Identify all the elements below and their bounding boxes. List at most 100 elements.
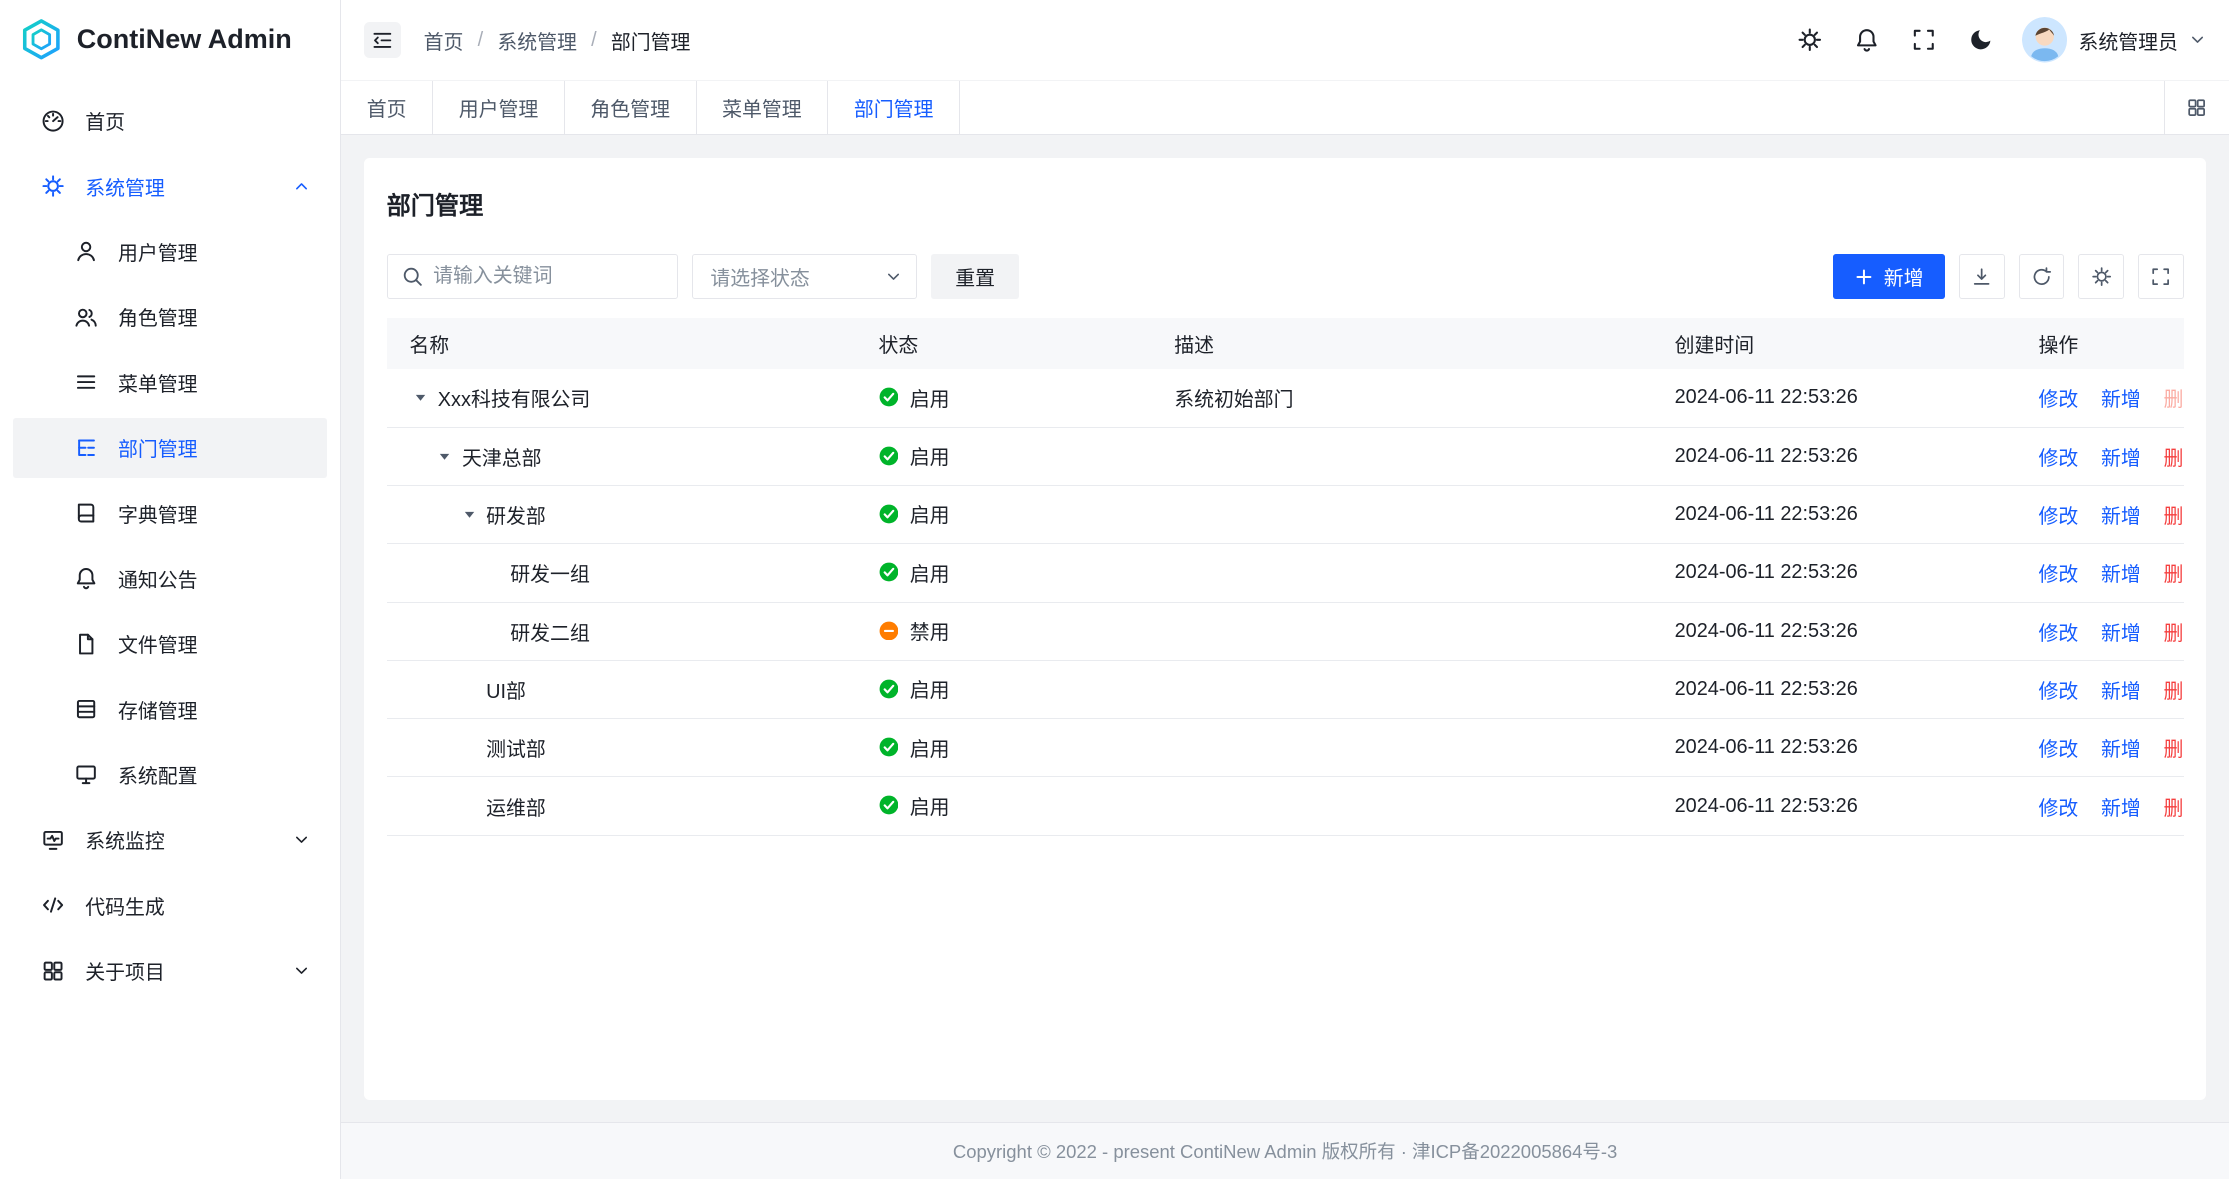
action-edit[interactable]: 修改 (2039, 675, 2079, 704)
sidebar-item-system-config[interactable]: 系统配置 (13, 745, 328, 805)
table-row[interactable]: 测试部 启用 2024-06-11 22:53:26 修改 新增 删除 (387, 719, 2184, 777)
sidebar-item-about-project[interactable]: 关于项目 (13, 941, 328, 1001)
status-label: 启用 (910, 499, 950, 528)
table-row[interactable]: UI部 启用 2024-06-11 22:53:26 修改 新增 删除 (387, 660, 2184, 718)
tab-menu-management[interactable]: 菜单管理 (697, 81, 829, 134)
action-add[interactable]: 新增 (2101, 733, 2141, 762)
add-button[interactable]: 新增 (1833, 254, 1945, 299)
tab-dept-management[interactable]: 部门管理 (828, 81, 960, 134)
sidebar-item-code-generation[interactable]: 代码生成 (13, 875, 328, 935)
action-delete[interactable]: 删除 (2164, 675, 2184, 704)
dept-name: 测试部 (486, 733, 546, 762)
action-delete[interactable]: 删除 (2164, 500, 2184, 529)
table-row[interactable]: 研发二组 禁用 2024-06-11 22:53:26 修改 新增 删除 (387, 602, 2184, 660)
table-fullscreen-button[interactable] (2138, 254, 2183, 299)
app-root: ContiNew Admin 首页 系统管理 用户管理 角色管理 (0, 0, 2229, 1179)
table-row[interactable]: 研发部 启用 2024-06-11 22:53:26 修改 新增 删除 (387, 486, 2184, 544)
search-input[interactable] (387, 254, 678, 299)
caret-down-icon[interactable] (434, 445, 457, 468)
caret-down-icon[interactable] (458, 503, 481, 526)
continew-logo-icon (20, 18, 63, 61)
table-settings-button[interactable] (2078, 254, 2123, 299)
tab-user-management[interactable]: 用户管理 (433, 81, 565, 134)
table-row[interactable]: 天津总部 启用 2024-06-11 22:53:26 修改 新增 删除 (387, 427, 2184, 485)
action-add[interactable]: 新增 (2101, 383, 2141, 412)
fullscreen-button[interactable] (1899, 16, 1947, 64)
chevron-down-icon (2189, 31, 2206, 48)
sidebar-item-system-management[interactable]: 系统管理 (13, 156, 328, 216)
storage-icon (74, 697, 98, 721)
action-edit[interactable]: 修改 (2039, 558, 2079, 587)
action-add[interactable]: 新增 (2101, 675, 2141, 704)
cell-status: 启用 (856, 544, 1152, 602)
sidebar-item-storage-management[interactable]: 存储管理 (13, 679, 328, 739)
action-delete[interactable]: 删除 (2164, 558, 2184, 587)
sidebar-item-file-management[interactable]: 文件管理 (13, 614, 328, 674)
sidebar-item-dept-management[interactable]: 部门管理 (13, 418, 328, 478)
action-delete[interactable]: 删除 (2164, 792, 2184, 821)
sidebar-item-label: 存储管理 (118, 695, 198, 724)
tab-role-management[interactable]: 角色管理 (565, 81, 697, 134)
theme-toggle-button[interactable] (1956, 16, 2004, 64)
sidebar-item-dict-management[interactable]: 字典管理 (13, 483, 328, 543)
cell-status: 启用 (856, 719, 1152, 777)
action-add[interactable]: 新增 (2101, 792, 2141, 821)
user-icon (74, 239, 98, 263)
search-icon (401, 265, 424, 288)
action-add[interactable]: 新增 (2101, 558, 2141, 587)
sidebar-item-system-monitor[interactable]: 系统监控 (13, 810, 328, 870)
refresh-button[interactable] (2019, 254, 2064, 299)
menu-collapse-button[interactable] (364, 22, 401, 59)
action-edit[interactable]: 修改 (2039, 500, 2079, 529)
sidebar-item-notice[interactable]: 通知公告 (13, 549, 328, 609)
cell-time: 2024-06-11 22:53:26 (1652, 486, 2016, 544)
action-delete[interactable]: 删除 (2164, 617, 2184, 646)
users-icon (74, 305, 98, 329)
table-row[interactable]: 运维部 启用 2024-06-11 22:53:26 修改 新增 删除 (387, 777, 2184, 835)
status-disabled-icon (879, 621, 899, 641)
copyright-text: Copyright © 2022 - present ContiNew Admi… (953, 1138, 1617, 1164)
cell-actions: 修改 新增 删除 (2016, 660, 2184, 718)
sidebar-item-role-management[interactable]: 角色管理 (13, 287, 328, 347)
sidebar-item-user-management[interactable]: 用户管理 (13, 222, 328, 282)
action-add[interactable]: 新增 (2101, 442, 2141, 471)
cell-desc (1151, 777, 1651, 835)
sidebar-item-home[interactable]: 首页 (13, 91, 328, 151)
status-select[interactable]: 请选择状态 (692, 254, 917, 299)
action-edit[interactable]: 修改 (2039, 442, 2079, 471)
reset-button[interactable]: 重置 (931, 254, 1019, 299)
breadcrumb-item-home[interactable]: 首页 (424, 26, 464, 55)
tab-home[interactable]: 首页 (341, 81, 433, 134)
tab-list-button[interactable] (2164, 81, 2229, 134)
cell-desc (1151, 544, 1651, 602)
caret-down-icon[interactable] (409, 387, 432, 410)
dept-name: 天津总部 (462, 442, 542, 471)
action-edit[interactable]: 修改 (2039, 383, 2079, 412)
sidebar-item-menu-management[interactable]: 菜单管理 (13, 352, 328, 412)
settings-button[interactable] (1786, 16, 1834, 64)
action-edit[interactable]: 修改 (2039, 617, 2079, 646)
status-badge: 启用 (879, 499, 950, 528)
export-button[interactable] (1959, 254, 2004, 299)
action-add[interactable]: 新增 (2101, 500, 2141, 529)
cell-name: UI部 (387, 660, 856, 718)
action-delete[interactable]: 删除 (2164, 383, 2184, 412)
action-delete[interactable]: 删除 (2164, 442, 2184, 471)
sidebar-item-label: 字典管理 (118, 499, 198, 528)
dashboard-icon (41, 109, 65, 133)
table-row[interactable]: Xxx科技有限公司 启用 系统初始部门 2024-06-11 22:53:26 … (387, 369, 2184, 427)
action-edit[interactable]: 修改 (2039, 792, 2079, 821)
user-menu[interactable]: 系统管理员 (2022, 17, 2207, 62)
action-edit[interactable]: 修改 (2039, 733, 2079, 762)
action-delete[interactable]: 删除 (2164, 733, 2184, 762)
dept-name: 研发部 (486, 500, 546, 529)
logo[interactable]: ContiNew Admin (0, 0, 340, 80)
cell-desc (1151, 602, 1651, 660)
notification-button[interactable] (1843, 16, 1891, 64)
breadcrumb-item-system[interactable]: 系统管理 (497, 26, 577, 55)
status-badge: 启用 (879, 674, 950, 703)
action-add[interactable]: 新增 (2101, 617, 2141, 646)
main-area: 首页 / 系统管理 / 部门管理 (341, 0, 2229, 1179)
table-row[interactable]: 研发一组 启用 2024-06-11 22:53:26 修改 新增 删除 (387, 544, 2184, 602)
breadcrumb-separator: / (591, 29, 597, 52)
